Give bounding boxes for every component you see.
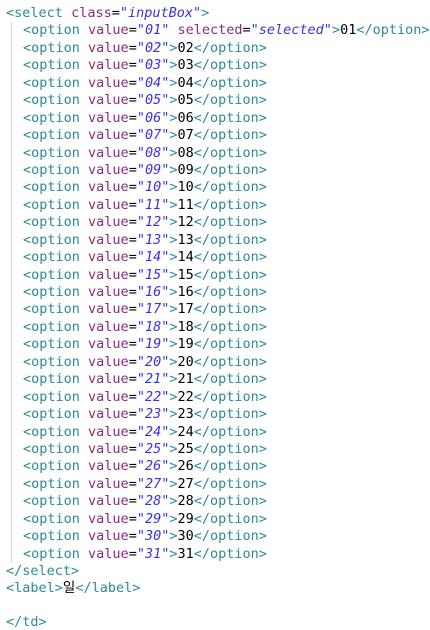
option-line: <option value="19">19</option> (6, 336, 430, 355)
option-line: <option value="29">29</option> (6, 510, 430, 529)
option-value: "26" (136, 458, 170, 475)
option-text: 30 (177, 528, 194, 545)
option-value: "17" (136, 301, 170, 318)
option-text: 01 (340, 22, 357, 39)
option-value: "11" (136, 196, 170, 213)
option-value: "04" (136, 74, 170, 91)
option-text: 25 (177, 440, 194, 457)
option-text: 09 (177, 161, 194, 178)
option-text: 29 (177, 510, 194, 527)
option-text: 28 (177, 493, 194, 510)
option-text: 20 (177, 353, 194, 370)
option-value: "23" (136, 406, 170, 423)
option-value: "19" (136, 336, 170, 353)
option-value: "09" (136, 161, 170, 178)
option-line: <option value="02">02</option> (6, 39, 430, 58)
option-line: <option value="04">04</option> (6, 74, 430, 93)
code-editor[interactable]: <select class="inputBox"> <option value=… (6, 5, 430, 598)
option-value: "14" (136, 249, 170, 266)
option-line: <option value="12">12</option> (6, 214, 430, 233)
option-line: <option value="06">06</option> (6, 109, 430, 128)
option-line: <option value="18">18</option> (6, 318, 430, 337)
option-value: "29" (136, 510, 170, 527)
option-value: "12" (136, 214, 170, 231)
option-text: 14 (177, 249, 194, 266)
option-text: 27 (177, 475, 194, 492)
option-line: <option value="26">26</option> (6, 458, 430, 477)
option-line: <option value="05">05</option> (6, 92, 430, 111)
option-text: 16 (177, 284, 194, 300)
option-line: <option value="27">27</option> (6, 475, 430, 494)
option-line: <option value="23">23</option> (6, 406, 430, 424)
option-value: "27" (136, 475, 170, 492)
option-value: "06" (136, 109, 170, 126)
option-value: "13" (136, 231, 170, 248)
option-value: "07" (136, 127, 170, 144)
option-text: 04 (177, 74, 194, 91)
select-open-line: <select class="inputBox"> (6, 5, 210, 21)
option-value: "08" (136, 144, 170, 161)
option-text: 21 (177, 371, 194, 388)
option-value: "10" (136, 179, 170, 196)
option-text: 10 (177, 179, 194, 196)
label-line: <label>일</label> (6, 580, 141, 597)
option-line: <option value="14">14</option> (6, 249, 430, 268)
option-line: <option value="20">20</option> (6, 353, 430, 372)
option-text: 19 (177, 336, 194, 353)
option-text: 22 (177, 388, 194, 405)
option-text: 13 (177, 231, 194, 248)
option-text: 02 (177, 39, 194, 56)
option-value: "22" (136, 388, 170, 405)
option-text: 11 (177, 196, 194, 213)
option-line: <option value="03">03</option> (6, 57, 430, 76)
option-line: <option value="22">22</option> (6, 388, 430, 407)
option-text: 08 (177, 144, 194, 161)
option-text: 17 (177, 301, 194, 318)
option-line: <option value="24">24</option> (6, 423, 430, 442)
option-text: 31 (177, 545, 194, 562)
option-line: <option value="09">09</option> (6, 161, 430, 180)
option-value: "25" (136, 440, 170, 457)
option-line: <option value="31">31</option> (6, 545, 430, 564)
option-text: 23 (177, 406, 194, 423)
option-value: "05" (136, 92, 170, 109)
option-text: 18 (177, 318, 194, 335)
option-text: 24 (177, 423, 194, 440)
option-line: <option value="13">13</option> (6, 231, 430, 250)
option-line: <option value="21">21</option> (6, 371, 430, 390)
option-value: "21" (136, 371, 170, 388)
option-value: "31" (136, 545, 170, 562)
option-text: 26 (177, 458, 194, 475)
option-value: "24" (136, 423, 170, 440)
option-text: 05 (177, 92, 194, 109)
option-value: "03" (136, 57, 170, 74)
option-value: "15" (136, 266, 170, 283)
option-line: <option value="28">28</option> (6, 493, 430, 512)
option-line: <option value="08">08</option> (6, 144, 430, 163)
option-value: "02" (136, 39, 170, 56)
option-line: <option value="15">15</option> (6, 266, 430, 285)
option-text: 07 (177, 127, 194, 144)
option-value: "20" (136, 353, 170, 370)
option-value: "18" (136, 318, 170, 335)
selected-attr: selected (177, 22, 243, 39)
option-line: <option value="07">07</option> (6, 127, 430, 145)
option-text: 15 (177, 266, 194, 283)
option-line: <option value="25">25</option> (6, 440, 430, 459)
option-text: 12 (177, 214, 194, 231)
option-text: 06 (177, 109, 194, 126)
option-line: <option value="10">10</option> (6, 179, 430, 198)
option-value: "16" (136, 284, 170, 300)
option-value: "30" (136, 528, 170, 545)
option-line: <option value="30">30</option> (6, 528, 430, 547)
option-text: 03 (177, 57, 194, 74)
option-value: "28" (136, 493, 170, 510)
partial-next-line: </td> (6, 614, 47, 630)
option-line: <option value="11">11</option> (6, 196, 430, 215)
option-value: "01" (136, 22, 170, 39)
option-line: <option value="17">17</option> (6, 301, 430, 320)
option-line: <option value="01" selected="selected">0… (6, 22, 430, 41)
option-line: <option value="16">16</option> (6, 284, 430, 302)
select-close-line: </select> (6, 563, 80, 579)
